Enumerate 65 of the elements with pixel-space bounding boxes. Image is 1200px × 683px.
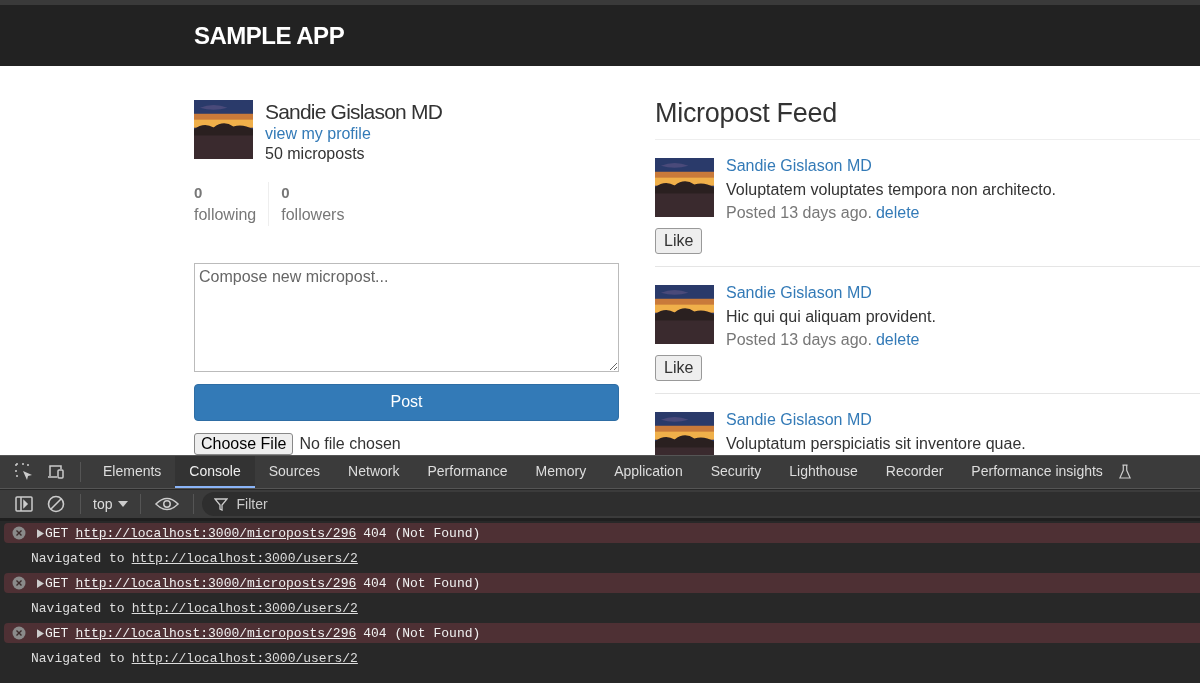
status-text: 404 (Not Found): [363, 525, 481, 541]
choose-file-button[interactable]: Choose File: [194, 433, 294, 455]
request-method: GET: [45, 575, 69, 591]
log-text: Navigated to: [31, 550, 125, 566]
devtools-tab[interactable]: Lighthouse: [775, 456, 872, 488]
devtools-tab[interactable]: Performance: [413, 456, 522, 488]
post-timestamp: Posted 13 days ago.: [726, 203, 872, 223]
devtools-tab[interactable]: Elements: [89, 456, 176, 488]
caret-icon: [118, 500, 129, 508]
devtools-tab[interactable]: Memory: [521, 456, 601, 488]
stat-label[interactable]: followers: [281, 204, 345, 226]
devtools-tab[interactable]: Network: [334, 456, 414, 488]
feed-title: Micropost Feed: [655, 98, 1200, 140]
log-text: Navigated to: [31, 650, 125, 666]
devtools-tab[interactable]: Recorder: [871, 456, 958, 488]
url-link[interactable]: http://localhost:3000/users/2: [131, 650, 358, 666]
context-dropdown[interactable]: top: [89, 496, 133, 512]
sidebar-icon[interactable]: [14, 494, 34, 514]
expand-icon[interactable]: [37, 628, 44, 638]
author-link[interactable]: Sandie Gislason MD: [726, 154, 1056, 178]
request-method: GET: [45, 525, 69, 541]
micropost-count: 50 microposts: [265, 144, 366, 164]
post-content: Hic qui qui aliquam provident.: [726, 307, 936, 327]
post-timestamp: Posted 13 days ago.: [726, 330, 872, 350]
filter-field[interactable]: Filter: [202, 492, 1200, 516]
post-content: Voluptatem voluptates tempora non architecto.: [726, 180, 1056, 200]
error-icon: [12, 626, 26, 640]
url-link[interactable]: http://localhost:3000/microposts/296: [75, 575, 357, 591]
like-button[interactable]: Like: [655, 355, 703, 381]
log-text: Navigated to: [31, 600, 125, 616]
expand-icon[interactable]: [37, 528, 44, 538]
status-text: 404 (Not Found): [363, 575, 481, 591]
url-link[interactable]: http://localhost:3000/microposts/296: [75, 625, 357, 641]
inspect-icon[interactable]: [14, 462, 34, 482]
post-content: Voluptatum perspiciatis sit inventore quae.: [726, 434, 1026, 454]
url-link[interactable]: http://localhost:3000/users/2: [131, 550, 358, 566]
stat-count[interactable]: 0: [281, 182, 345, 204]
device-icon[interactable]: [46, 462, 66, 482]
stat-count[interactable]: 0: [194, 182, 257, 204]
url-link[interactable]: http://localhost:3000/users/2: [131, 600, 358, 616]
author-link[interactable]: Sandie Gislason MD: [726, 408, 1026, 432]
expand-icon[interactable]: [37, 578, 44, 588]
devtools-tab[interactable]: Console: [175, 456, 255, 488]
clear-icon[interactable]: [46, 494, 66, 514]
micropost-field[interactable]: Compose new micropost...: [194, 263, 619, 372]
devtools-tab[interactable]: Security: [696, 456, 776, 488]
error-icon: [12, 576, 26, 590]
post-button[interactable]: Post: [194, 383, 619, 421]
devtools-tab[interactable]: Application: [600, 456, 697, 488]
app-logo[interactable]: SAMPLE APP: [194, 21, 345, 50]
error-icon: [12, 526, 26, 540]
profile-link[interactable]: view my profile: [265, 124, 443, 144]
user-name: Sandie Gislason MD: [265, 100, 443, 124]
request-method: GET: [45, 625, 69, 641]
status-text: 404 (Not Found): [363, 625, 481, 641]
devtools-tab[interactable]: Sources: [254, 456, 335, 488]
file-status: No file chosen: [299, 435, 401, 453]
author-link[interactable]: Sandie Gislason MD: [726, 281, 936, 305]
delete-link[interactable]: delete: [875, 201, 920, 225]
delete-link[interactable]: delete: [875, 328, 920, 352]
like-button[interactable]: Like: [655, 228, 703, 254]
flask-icon: [1118, 464, 1131, 480]
stat-label[interactable]: following: [194, 204, 257, 226]
devtools-tab[interactable]: Performance insights: [957, 456, 1117, 488]
url-link[interactable]: http://localhost:3000/microposts/296: [75, 525, 357, 541]
